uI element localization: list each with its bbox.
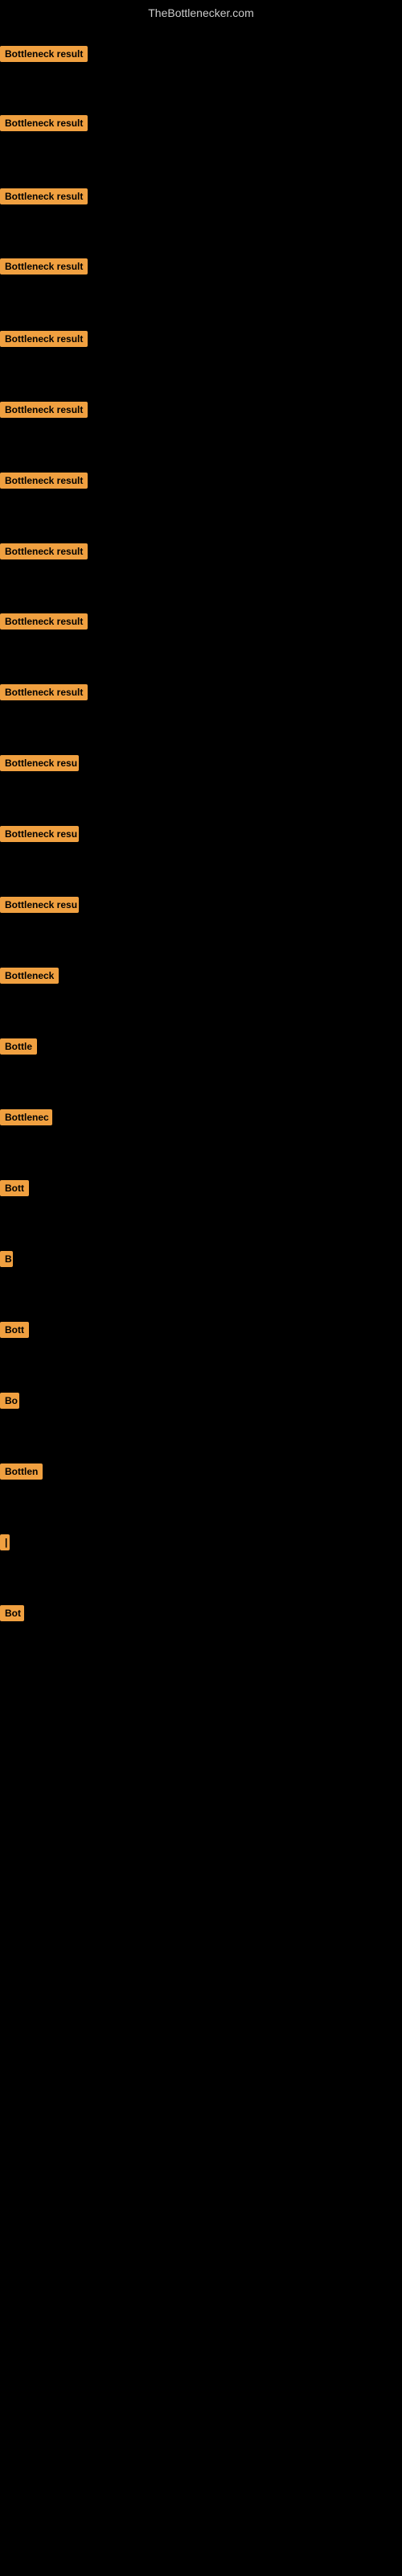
bottleneck-badge-container: Bott <box>0 1180 29 1200</box>
bottleneck-badge-container: Bottleneck resu <box>0 897 79 917</box>
bottleneck-result-badge[interactable]: Bottleneck resu <box>0 826 79 842</box>
bottleneck-result-badge[interactable]: Bottlenec <box>0 1109 52 1125</box>
bottleneck-badge-container: Bottleneck result <box>0 473 88 493</box>
bottleneck-badge-container: Bottleneck result <box>0 188 88 208</box>
bottleneck-result-badge[interactable]: Bottleneck result <box>0 613 88 630</box>
bottleneck-result-badge[interactable]: Bottleneck result <box>0 258 88 275</box>
bottleneck-result-badge[interactable]: Bott <box>0 1322 29 1338</box>
bottleneck-result-badge[interactable]: Bottlen <box>0 1463 43 1480</box>
bottleneck-badge-container: Bottlenec <box>0 1109 52 1129</box>
bottleneck-badge-container: Bottleneck result <box>0 684 88 704</box>
bottleneck-badge-container: Bottleneck result <box>0 331 88 351</box>
bottleneck-badge-container: Bottleneck <box>0 968 59 988</box>
bottleneck-result-badge[interactable]: Bottleneck result <box>0 115 88 131</box>
bottleneck-result-badge[interactable]: Bottleneck result <box>0 331 88 347</box>
bottleneck-badge-container: Bo <box>0 1393 19 1413</box>
bottleneck-result-badge[interactable]: | <box>0 1534 10 1550</box>
bottleneck-result-badge[interactable]: Bottleneck result <box>0 46 88 62</box>
site-title: TheBottlenecker.com <box>0 0 402 26</box>
bottleneck-result-badge[interactable]: Bottleneck result <box>0 684 88 700</box>
bottleneck-badge-container: Bott <box>0 1322 29 1342</box>
bottleneck-badge-container: Bottleneck result <box>0 543 88 564</box>
bottleneck-result-badge[interactable]: Bottle <box>0 1038 37 1055</box>
bottleneck-result-badge[interactable]: Bottleneck result <box>0 473 88 489</box>
bottleneck-badge-container: Bottlen <box>0 1463 43 1484</box>
bottleneck-result-badge[interactable]: Bottleneck resu <box>0 755 79 771</box>
bottleneck-result-badge[interactable]: Bottleneck result <box>0 188 88 204</box>
bottleneck-badge-container: Bottleneck result <box>0 46 88 66</box>
bottleneck-badge-container: B <box>0 1251 13 1271</box>
bottleneck-badge-container: Bottleneck resu <box>0 755 79 775</box>
bottleneck-result-badge[interactable]: Bottleneck <box>0 968 59 984</box>
bottleneck-result-badge[interactable]: Bottleneck resu <box>0 897 79 913</box>
bottleneck-result-badge[interactable]: Bot <box>0 1605 24 1621</box>
bottleneck-result-badge[interactable]: Bottleneck result <box>0 543 88 559</box>
bottleneck-result-badge[interactable]: Bo <box>0 1393 19 1409</box>
bottleneck-badge-container: Bottle <box>0 1038 37 1059</box>
bottleneck-result-badge[interactable]: Bottleneck result <box>0 402 88 418</box>
bottleneck-badge-container: Bottleneck resu <box>0 826 79 846</box>
bottleneck-badge-container: | <box>0 1534 10 1554</box>
bottleneck-badge-container: Bottleneck result <box>0 258 88 279</box>
bottleneck-badge-container: Bottleneck result <box>0 115 88 135</box>
bottleneck-result-badge[interactable]: Bott <box>0 1180 29 1196</box>
bottleneck-badge-container: Bot <box>0 1605 24 1625</box>
bottleneck-badge-container: Bottleneck result <box>0 613 88 634</box>
bottleneck-result-badge[interactable]: B <box>0 1251 13 1267</box>
bottleneck-badge-container: Bottleneck result <box>0 402 88 422</box>
